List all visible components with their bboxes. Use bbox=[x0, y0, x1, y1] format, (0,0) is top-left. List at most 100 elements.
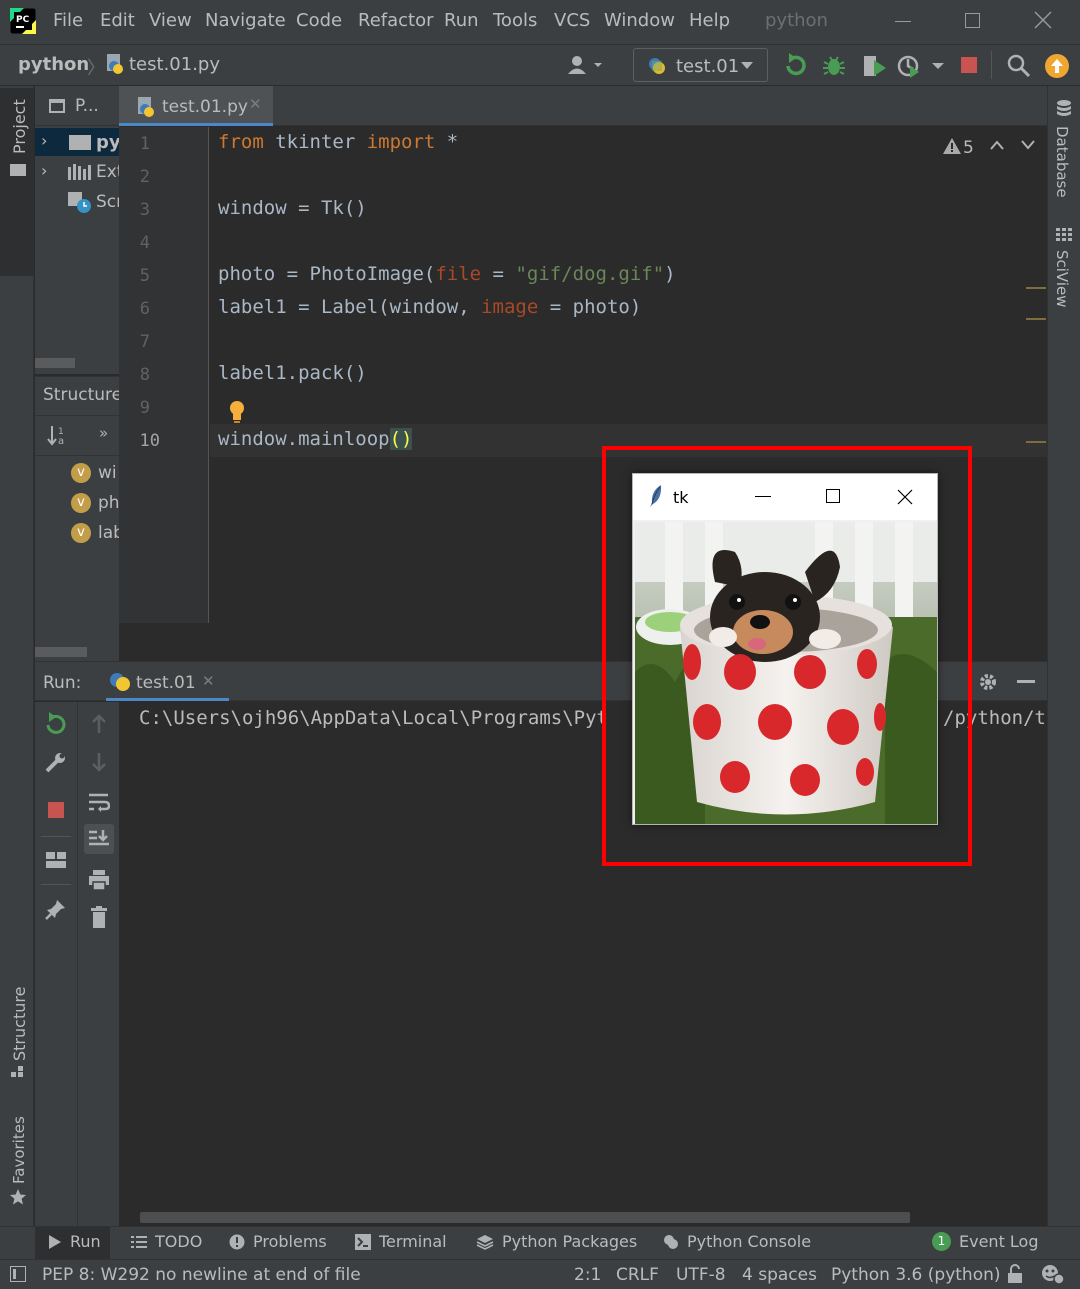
tab-test01-py[interactable]: test.01.py ✕ bbox=[119, 86, 273, 126]
tab-python-packages[interactable]: Python Packages bbox=[476, 1232, 637, 1251]
file-encoding[interactable]: UTF-8 bbox=[676, 1265, 726, 1285]
menu-view[interactable]: View bbox=[149, 10, 192, 31]
coverage-icon[interactable] bbox=[862, 54, 888, 78]
soft-wrap-icon[interactable] bbox=[84, 787, 114, 817]
horizontal-scrollbar[interactable] bbox=[35, 647, 87, 657]
menu-file[interactable]: File bbox=[53, 10, 83, 31]
sort-alpha-icon[interactable]: 1a bbox=[47, 424, 69, 446]
close-icon[interactable] bbox=[1034, 11, 1052, 29]
project-tree-item-external[interactable]: › Ext bbox=[35, 158, 123, 186]
database-stripe-label[interactable]: Database bbox=[1053, 126, 1071, 198]
code-line-3[interactable]: window = Tk() bbox=[218, 197, 367, 219]
run-config-dropdown[interactable]: test.01 bbox=[633, 48, 768, 82]
database-icon[interactable] bbox=[1056, 100, 1072, 118]
pycharm-logo-icon[interactable]: PC bbox=[10, 8, 36, 34]
code-line-10[interactable]: window.mainloop() bbox=[218, 428, 413, 450]
unlock-icon[interactable] bbox=[1007, 1264, 1023, 1284]
menu-vcs[interactable]: VCS bbox=[554, 10, 590, 31]
rerun-icon[interactable] bbox=[784, 52, 808, 78]
menu-run[interactable]: Run bbox=[444, 10, 479, 31]
menu-window[interactable]: Window bbox=[604, 10, 675, 31]
tk-window[interactable]: tk bbox=[632, 473, 938, 825]
close-tab-icon[interactable]: ✕ bbox=[202, 672, 215, 690]
breadcrumb-project[interactable]: python bbox=[18, 54, 89, 75]
menu-code[interactable]: Code bbox=[296, 10, 342, 31]
hide-panel-icon[interactable] bbox=[1017, 680, 1035, 683]
folder-icon bbox=[69, 135, 91, 150]
code-line-6[interactable]: label1 = Label(window, image = photo) bbox=[218, 296, 641, 318]
close-tab-icon[interactable]: ✕ bbox=[249, 95, 262, 113]
toggle-tool-windows-icon[interactable] bbox=[10, 1266, 26, 1282]
caret-position[interactable]: 2:1 bbox=[574, 1265, 601, 1285]
rerun-icon[interactable] bbox=[41, 709, 71, 739]
warning-icon[interactable] bbox=[942, 137, 962, 155]
print-icon[interactable] bbox=[84, 865, 114, 895]
error-stripe-mark[interactable] bbox=[1026, 318, 1046, 320]
tk-titlebar[interactable]: tk bbox=[633, 474, 937, 520]
lightbulb-icon[interactable] bbox=[228, 400, 246, 424]
horizontal-scrollbar[interactable] bbox=[140, 1212, 910, 1223]
favorites-stripe-button[interactable]: Favorites bbox=[0, 1106, 34, 1216]
menu-help[interactable]: Help bbox=[689, 10, 730, 31]
stop-icon[interactable] bbox=[41, 795, 71, 825]
trash-icon[interactable] bbox=[84, 902, 114, 932]
search-icon[interactable] bbox=[1007, 54, 1031, 78]
tab-event-log[interactable]: 1 Event Log bbox=[932, 1232, 1039, 1251]
up-arrow-icon[interactable] bbox=[84, 709, 114, 739]
tab-terminal[interactable]: Terminal bbox=[355, 1232, 447, 1251]
expand-icon[interactable]: › bbox=[41, 161, 47, 180]
tk-close-icon[interactable] bbox=[897, 489, 913, 505]
error-stripe-mark[interactable] bbox=[1026, 287, 1046, 289]
event-log-badge: 1 bbox=[932, 1232, 951, 1251]
previous-highlight-icon[interactable] bbox=[989, 139, 1005, 151]
structure-stripe-button[interactable]: Structure bbox=[0, 981, 34, 1091]
status-message[interactable]: PEP 8: W292 no newline at end of file bbox=[42, 1265, 361, 1285]
python-interpreter[interactable]: Python 3.6 (python) bbox=[831, 1265, 1001, 1285]
menu-refactor[interactable]: Refactor bbox=[358, 10, 434, 31]
code-line-8[interactable]: label1.pack() bbox=[218, 362, 367, 384]
code-line-1[interactable]: from tkinter import * bbox=[218, 131, 458, 153]
project-stripe-button[interactable]: Project bbox=[0, 88, 34, 276]
settings-face-icon[interactable] bbox=[1040, 1263, 1066, 1285]
profile-icon[interactable] bbox=[897, 54, 947, 78]
project-view-selector[interactable]: P... bbox=[75, 96, 99, 116]
menu-edit[interactable]: Edit bbox=[100, 10, 135, 31]
next-highlight-icon[interactable] bbox=[1020, 139, 1036, 151]
wrench-icon[interactable] bbox=[41, 747, 71, 777]
navigation-bar: python 〉 test.01.py test.01 bbox=[0, 44, 1080, 86]
line-separator[interactable]: CRLF bbox=[616, 1265, 659, 1285]
more-options-icon[interactable]: » bbox=[99, 424, 108, 442]
maximize-icon[interactable] bbox=[965, 13, 980, 28]
warnings-count[interactable]: 5 bbox=[963, 138, 974, 158]
debug-icon[interactable] bbox=[822, 54, 846, 78]
settings-gear-icon[interactable] bbox=[977, 671, 999, 693]
scroll-to-end-icon[interactable] bbox=[84, 824, 114, 854]
code-line-5[interactable]: photo = PhotoImage(file = "gif/dog.gif") bbox=[218, 263, 676, 285]
user-icon[interactable] bbox=[567, 54, 607, 76]
tk-minimize-icon[interactable] bbox=[755, 496, 771, 497]
layout-icon[interactable] bbox=[41, 845, 71, 875]
breadcrumb-file[interactable]: test.01.py bbox=[129, 54, 220, 75]
project-tree-item-py[interactable]: › py bbox=[35, 128, 121, 156]
tab-run[interactable]: Run bbox=[48, 1232, 101, 1251]
stop-icon[interactable] bbox=[961, 57, 977, 73]
horizontal-scrollbar[interactable] bbox=[35, 358, 75, 368]
minimize-icon[interactable] bbox=[895, 21, 911, 22]
tk-maximize-icon[interactable] bbox=[826, 489, 840, 503]
error-stripe-mark[interactable] bbox=[1026, 441, 1046, 443]
tab-todo[interactable]: TODO bbox=[131, 1232, 202, 1251]
down-arrow-icon[interactable] bbox=[84, 747, 114, 777]
expand-icon[interactable]: › bbox=[41, 131, 47, 150]
tab-python-console[interactable]: Python Console bbox=[663, 1232, 811, 1251]
tab-problems[interactable]: Problems bbox=[229, 1232, 327, 1251]
menu-navigate[interactable]: Navigate bbox=[205, 10, 286, 31]
sciview-icon[interactable] bbox=[1056, 228, 1072, 242]
divider bbox=[35, 415, 119, 416]
project-tree-item-scratches[interactable]: Scr bbox=[35, 188, 123, 216]
indent-setting[interactable]: 4 spaces bbox=[742, 1265, 817, 1285]
run-tab-test01[interactable]: test.01 ✕ bbox=[106, 662, 229, 701]
pin-icon[interactable] bbox=[41, 894, 71, 924]
sciview-stripe-label[interactable]: SciView bbox=[1053, 250, 1071, 308]
menu-tools[interactable]: Tools bbox=[493, 10, 537, 31]
update-icon[interactable] bbox=[1045, 54, 1069, 78]
